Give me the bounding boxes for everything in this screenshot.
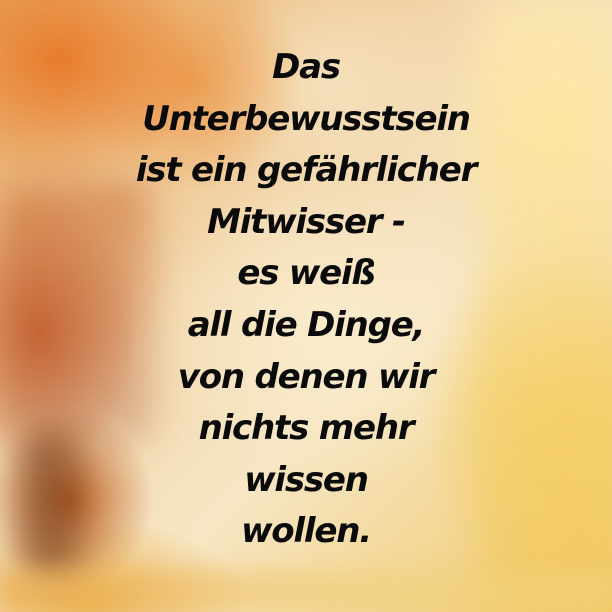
quote-line: Mitwisser - (207, 201, 406, 242)
quote-line: Das (272, 47, 341, 87)
quote-line: ist ein gefährlicher (135, 150, 478, 191)
quote-line: Unterbewusstsein (142, 98, 471, 139)
quote-line: es weiß (237, 253, 376, 294)
quote-line: all die Dinge, (187, 304, 426, 345)
quote-line: von denen wir (177, 356, 436, 397)
quote-line: wollen. (241, 511, 372, 552)
background-blur-shape (0, 570, 612, 612)
quote-line: nichts mehr (198, 408, 415, 449)
quote-text: Das Unterbewusstsein ist ein gefährliche… (0, 42, 612, 558)
quote-line: wissen (244, 459, 369, 500)
